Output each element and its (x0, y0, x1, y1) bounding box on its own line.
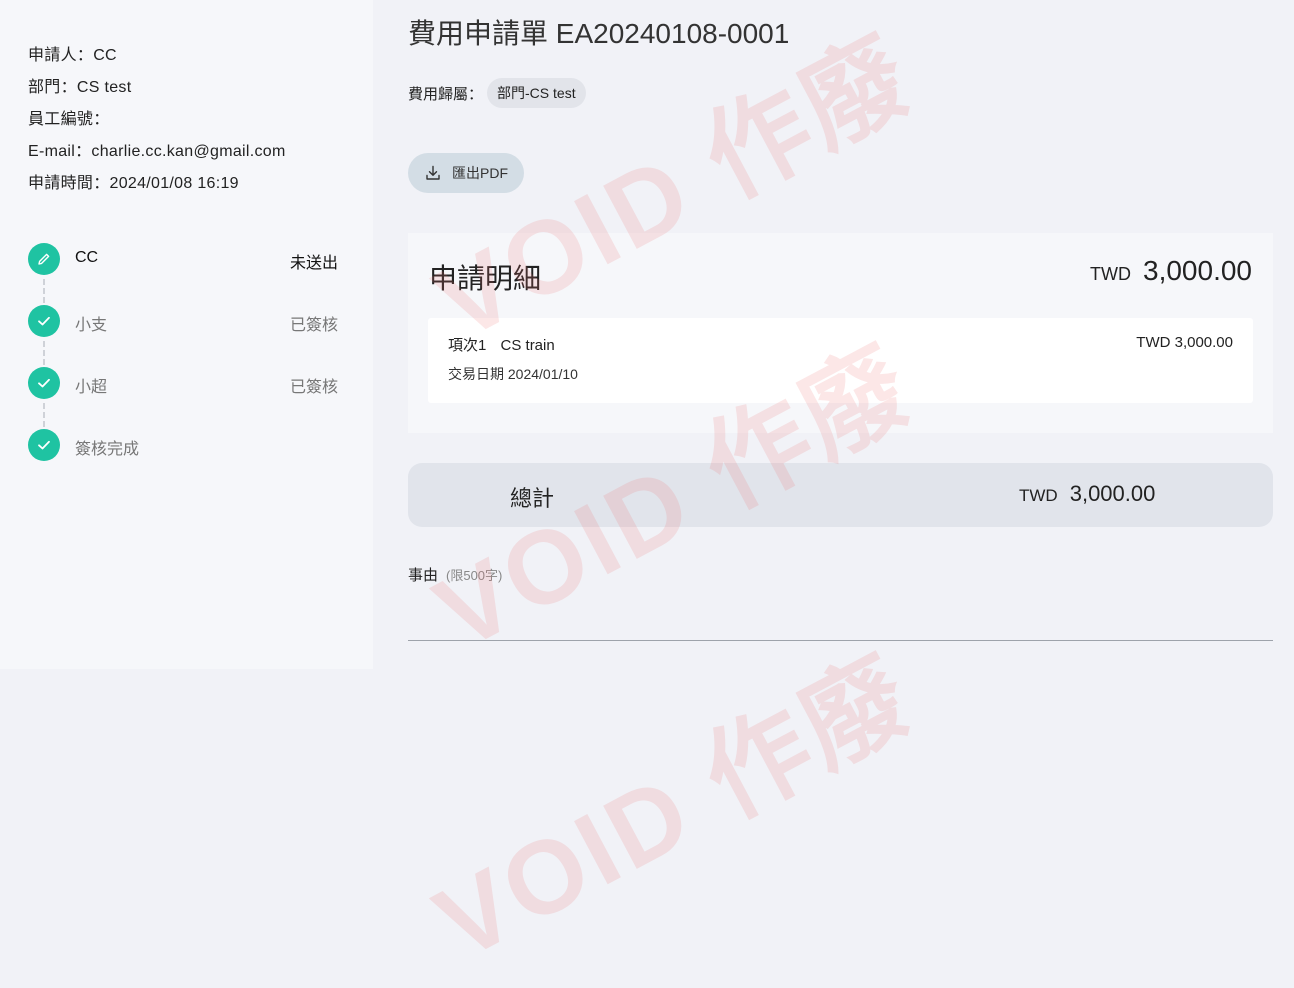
step-name: 簽核完成 (75, 441, 140, 458)
detail-panel: 申請明細 TWD 3,000.00 項次1 CS train 交易日期 2024… (408, 233, 1273, 433)
sidebar: 申請人：CC 部門：CS test 員工編號： E-mail：charlie.c… (0, 0, 373, 669)
detail-currency: TWD (1090, 264, 1131, 284)
pencil-icon (28, 243, 60, 275)
check-icon (28, 367, 60, 399)
step-name: CC (75, 249, 99, 266)
applicant-info: 申請人：CC 部門：CS test 員工編號： E-mail：charlie.c… (28, 40, 286, 200)
page-title: 費用申請單 EA20240108-0001 (408, 18, 790, 49)
step-connector (43, 403, 45, 427)
check-icon (28, 305, 60, 337)
detail-amount-value: 3,000.00 (1143, 255, 1252, 286)
step-status: 未送出 (289, 255, 338, 272)
detail-amount: TWD 3,000.00 (1090, 255, 1252, 287)
applicant-emp-no: 員工編號： (28, 111, 110, 128)
expense-belong: 費用歸屬： 部門-CS test (408, 78, 586, 108)
item-title: 項次1 CS train (448, 334, 565, 355)
item-amount: TWD 3,000.00 (1136, 334, 1233, 351)
main-content: 費用申請單 EA20240108-0001 費用歸屬： 部門-CS test 匯… (373, 0, 1294, 669)
download-icon (426, 165, 440, 180)
item-index: 項次1 (448, 337, 487, 354)
export-pdf-button[interactable]: 匯出PDF (408, 153, 524, 193)
reason-hint: (限500字) (446, 568, 503, 583)
list-item[interactable]: 項次1 CS train 交易日期 2024/01/10 TWD 3,000.0… (428, 318, 1253, 403)
step-name: 小超 (75, 379, 108, 396)
item-name: CS train (500, 337, 555, 354)
export-pdf-label: 匯出PDF (452, 165, 508, 181)
belong-label: 費用歸屬： (408, 85, 484, 103)
step-status: 已簽核 (289, 379, 338, 396)
step-item: 簽核完成 (28, 429, 338, 491)
check-icon (28, 429, 60, 461)
step-status: 已簽核 (289, 317, 338, 334)
applicant-name: 申請人：CC (28, 47, 117, 64)
step-item: CC 未送出 (28, 243, 338, 305)
reason-field[interactable]: 事由 (限500字) (408, 564, 502, 585)
step-name: 小支 (75, 317, 108, 334)
total-bar: 總計 TWD 3,000.00 (408, 463, 1273, 527)
total-currency: TWD (1019, 486, 1058, 505)
total-amount-value: 3,000.00 (1069, 481, 1156, 506)
item-date: 交易日期 2024/01/10 (448, 366, 578, 382)
step-connector (43, 341, 45, 365)
applicant-time: 申請時間：2024/01/08 16:19 (28, 175, 239, 192)
total-amount: TWD 3,000.00 (1019, 481, 1155, 507)
step-connector (43, 279, 45, 303)
step-item: 小超 已簽核 (28, 367, 338, 429)
belong-chip: 部門-CS test (487, 78, 586, 108)
applicant-dept: 部門：CS test (28, 79, 132, 96)
applicant-email: E-mail：charlie.cc.kan@gmail.com (28, 143, 286, 160)
step-item: 小支 已簽核 (28, 305, 338, 367)
reason-label: 事由 (408, 567, 439, 584)
approval-steps: CC 未送出 小支 已簽核 小超 已簽核 簽核完成 (28, 243, 338, 491)
reason-underline (408, 640, 1273, 641)
detail-heading: 申請明細 (429, 263, 542, 294)
total-label: 總計 (510, 486, 555, 511)
